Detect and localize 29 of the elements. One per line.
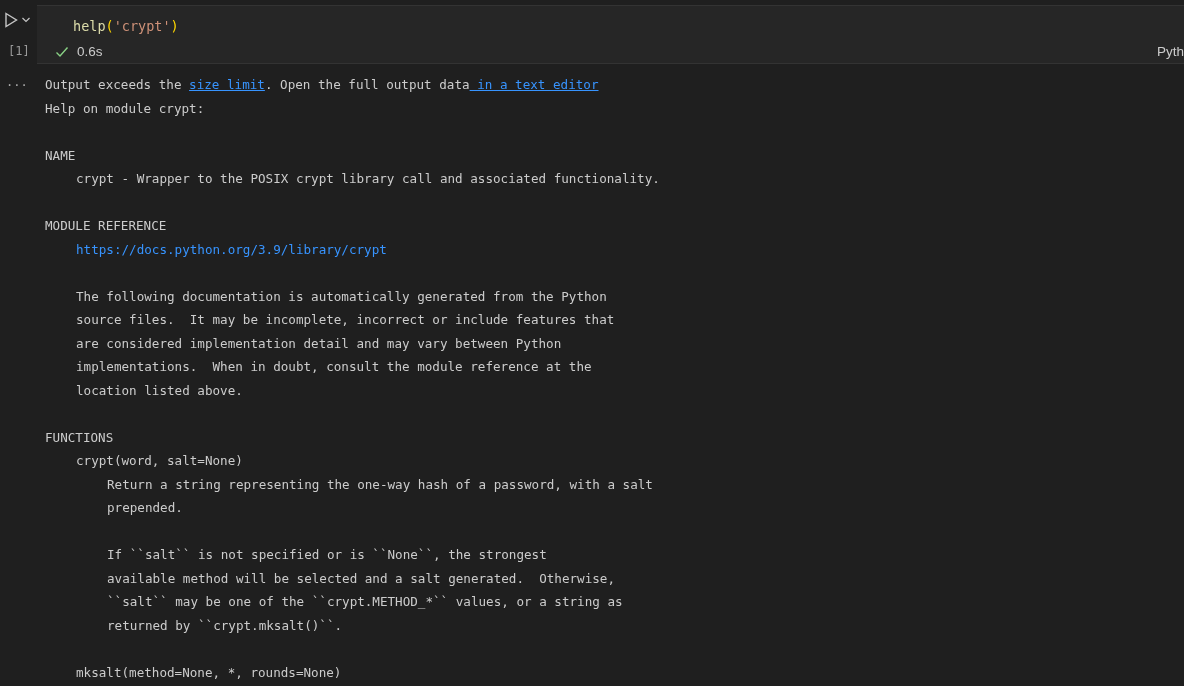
output-link[interactable]: in a text editor (469, 77, 599, 92)
more-actions-button[interactable]: ··· (0, 78, 28, 92)
code-line[interactable]: help('crypt') (37, 6, 1184, 40)
output-line: prepended. (107, 499, 183, 517)
output-line: location listed above. (76, 381, 243, 400)
url-link[interactable]: https://docs.python.org/3.9/library/crypt (76, 241, 387, 257)
output-line: If ``salt`` is not specified or is ``None``, the strongest (107, 546, 547, 564)
execution-time: 0.6s (77, 44, 103, 59)
output-line: implementations. When in doubt, consult the module reference at the (76, 358, 592, 376)
output-notice: Output exceeds the size limit. Open the full output data in a text editor (45, 76, 600, 94)
run-icon[interactable] (4, 12, 18, 28)
output-line: FUNCTIONS (45, 428, 114, 447)
execution-count: [1] (7, 43, 30, 58)
output-line: mksalt(method=None, *, rounds=None) (76, 663, 342, 682)
output-line: Help on module crypt: (45, 99, 205, 118)
output-line: available method will be selected and a salt generated. Otherwise, (107, 569, 615, 588)
output-line: The following documentation is automatically generated from the Python (76, 287, 607, 306)
output-line: are considered implementation detail and may vary between Python (76, 334, 562, 353)
chevron-down-icon[interactable] (21, 16, 31, 24)
output-line: returned by ``crypt.mksalt()``. (107, 616, 343, 635)
output-line: crypt - Wrapper to the POSIX crypt library call and associated functionality. (76, 170, 660, 188)
output-line: MODULE REFERENCE (45, 217, 167, 235)
output-line: NAME (45, 146, 76, 165)
output-link[interactable]: size limit (189, 77, 265, 92)
output-line: Return a string representing the one-way hash of a password, with a salt (107, 475, 653, 494)
output-line: crypt(word, salt=None) (76, 452, 243, 470)
output-line: source files. It may be incomplete, incorrect or include features that (76, 311, 615, 329)
language-label[interactable]: Pyth (1157, 44, 1184, 59)
output-line: ``salt`` may be one of the ``crypt.METHOD_*`` values, or a string as (107, 593, 623, 611)
